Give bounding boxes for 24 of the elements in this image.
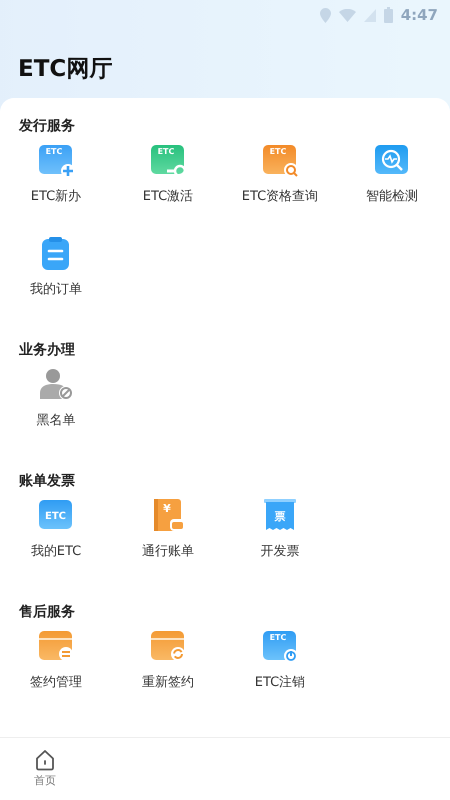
home-icon [34, 749, 56, 771]
page-title: ETC网厅 [18, 54, 112, 84]
section-title: 业务办理 [19, 342, 75, 358]
service-item[interactable]: ¥ 通行账单 [112, 491, 224, 578]
service-item[interactable]: ETC ETC注销 [224, 622, 336, 709]
service-item[interactable]: 票 开发票 [224, 491, 336, 578]
service-item[interactable]: ETC ETC激活 [112, 136, 224, 223]
user-block-icon [38, 366, 74, 402]
status-time: 4:47 [400, 4, 438, 26]
service-item[interactable]: 我的订单 [0, 229, 112, 316]
battery-icon [384, 7, 393, 23]
service-item[interactable]: 签约管理 [0, 622, 112, 709]
service-item[interactable]: 智能检测 [336, 136, 448, 223]
service-item[interactable]: 重新签约 [112, 622, 224, 709]
location-icon [320, 8, 331, 22]
service-item[interactable]: ETC 我的ETC [0, 491, 112, 578]
section-title: 账单发票 [19, 473, 75, 489]
nav-tab[interactable]: 首页 [0, 738, 90, 800]
service-item[interactable]: ETC ETC新办 [0, 136, 112, 223]
service-item[interactable]: 黑名单 [0, 360, 112, 447]
service-item[interactable]: ETC ETC资格查询 [224, 136, 336, 223]
section-title: 发行服务 [19, 118, 75, 134]
wifi-icon [338, 8, 356, 22]
section-title: 售后服务 [19, 604, 75, 620]
